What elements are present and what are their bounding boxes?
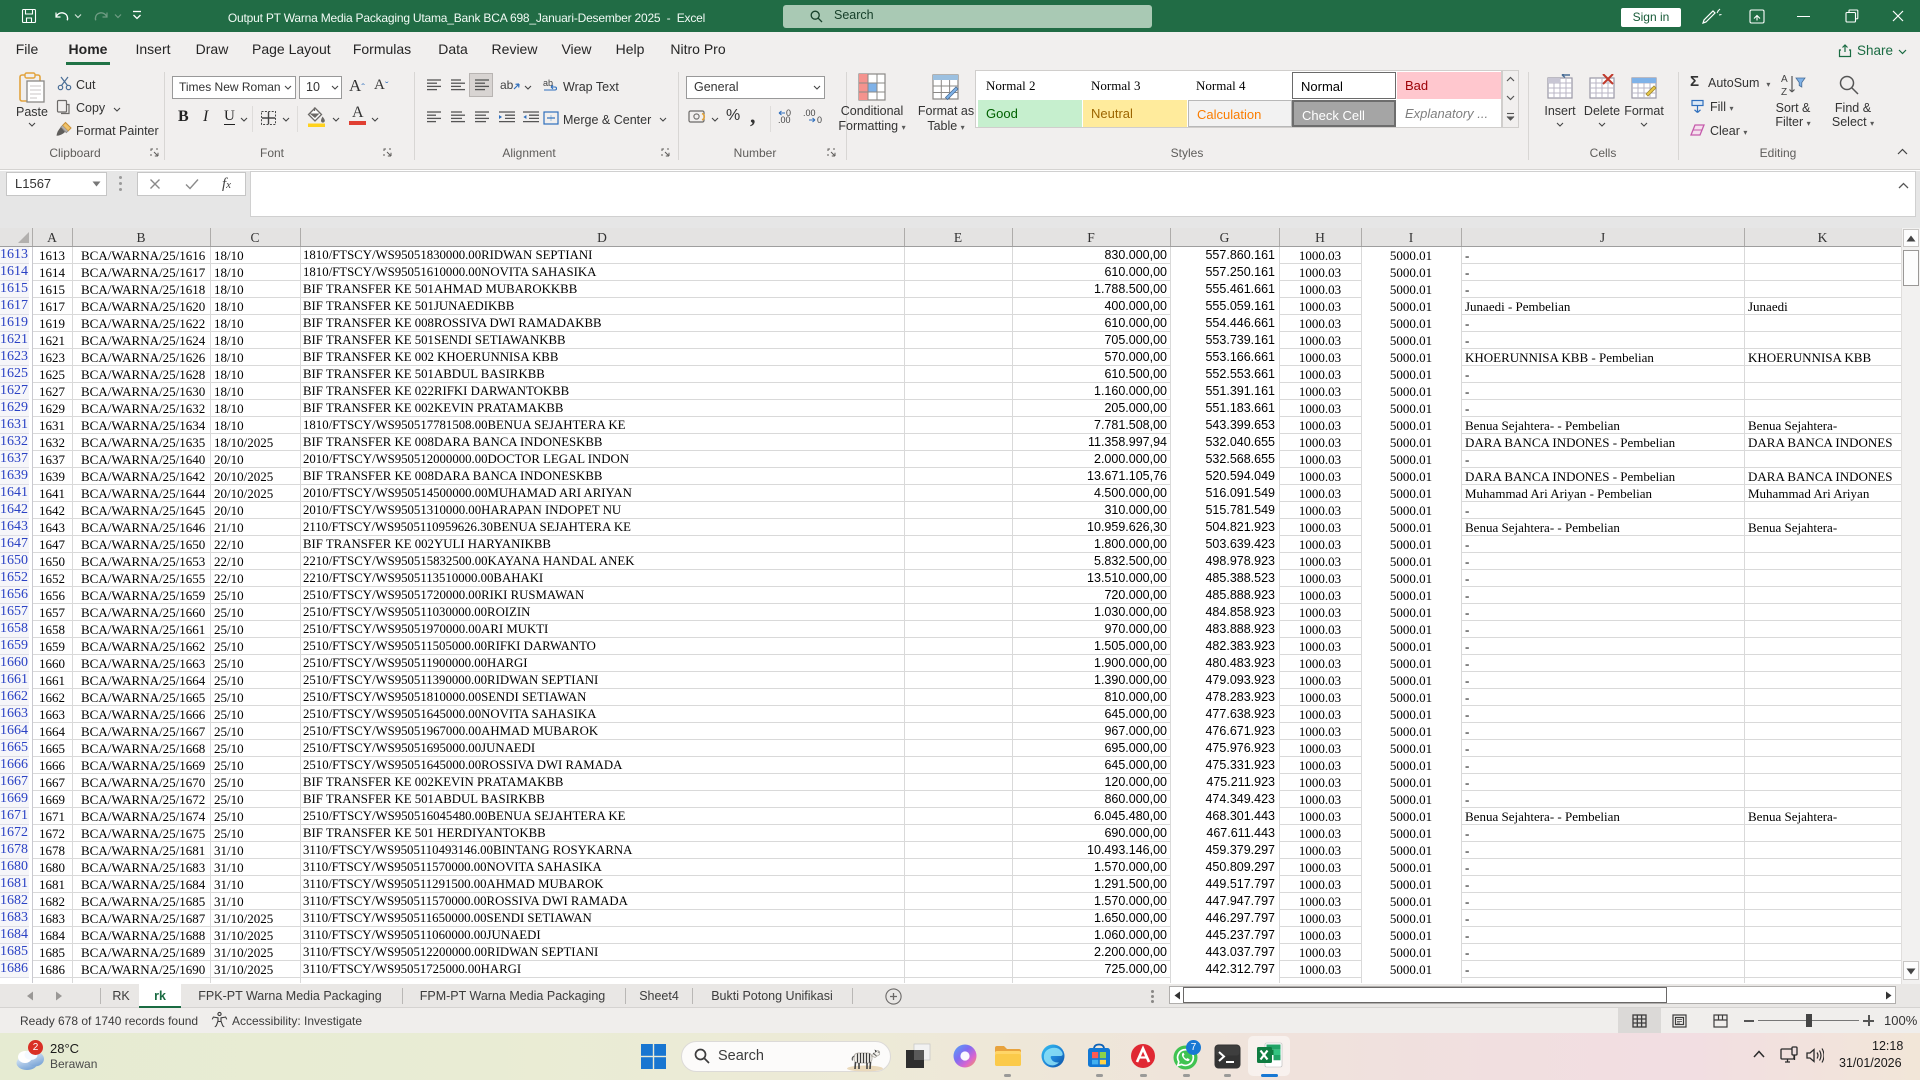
- svg-text:Z: Z: [1781, 87, 1787, 98]
- svg-text:0: 0: [786, 109, 791, 118]
- svg-text:0: 0: [817, 115, 822, 125]
- svg-text:.00: .00: [803, 109, 816, 118]
- svg-text:A: A: [1781, 74, 1788, 85]
- svg-text:ab: ab: [500, 78, 514, 92]
